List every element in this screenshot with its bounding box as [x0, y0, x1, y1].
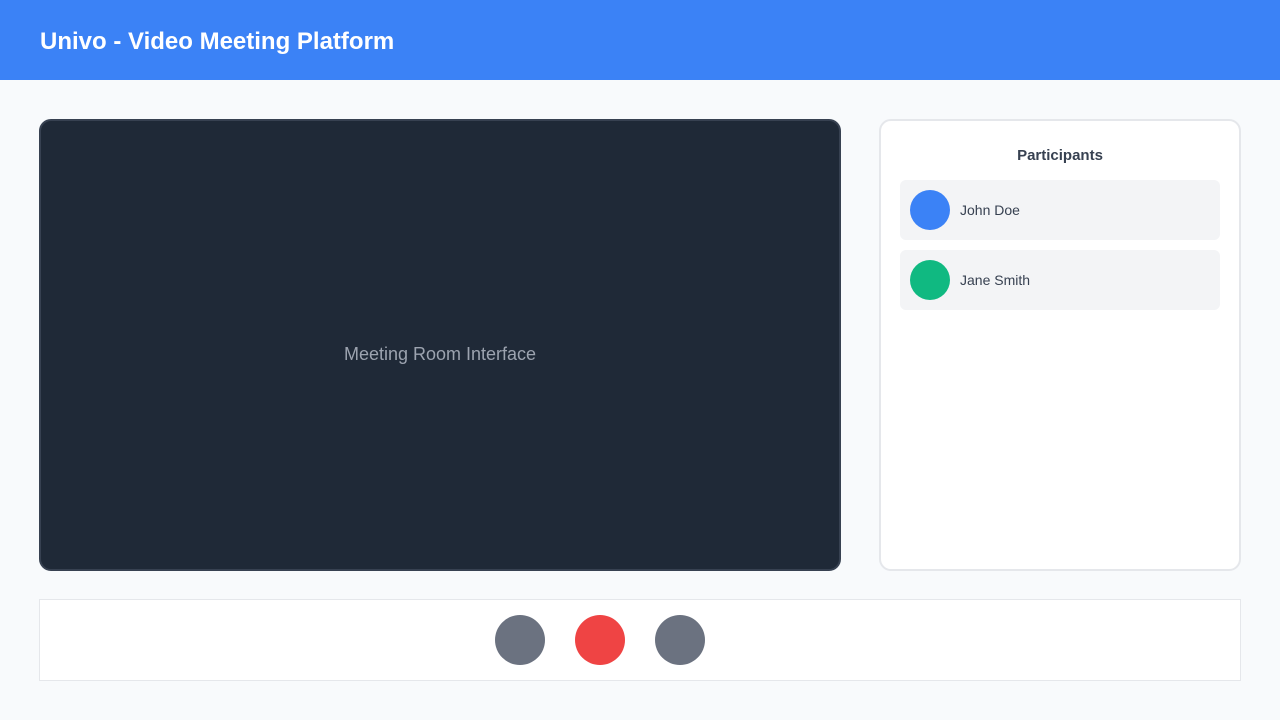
participant-item-jane-smith[interactable]: Jane Smith — [900, 250, 1220, 310]
avatar — [910, 190, 950, 230]
end-call-button[interactable] — [575, 615, 625, 665]
meeting-room-label: Meeting Room Interface — [343, 344, 537, 364]
app-header: Univo - Video Meeting Platform — [0, 0, 1280, 80]
meeting-video-area[interactable]: Meeting Room Interface — [39, 119, 841, 571]
avatar — [910, 260, 950, 300]
participant-name: Jane Smith — [960, 272, 1031, 288]
participant-item-john-doe[interactable]: John Doe — [900, 180, 1220, 240]
participants-title: Participants — [1017, 147, 1103, 164]
app-title: Univo - Video Meeting Platform — [40, 28, 395, 55]
microphone-button[interactable] — [495, 615, 545, 665]
participant-name: John Doe — [960, 202, 1020, 218]
participants-panel: Participants John Doe Jane Smith — [879, 119, 1241, 571]
camera-button[interactable] — [655, 615, 705, 665]
call-controls-bar — [39, 599, 1241, 681]
